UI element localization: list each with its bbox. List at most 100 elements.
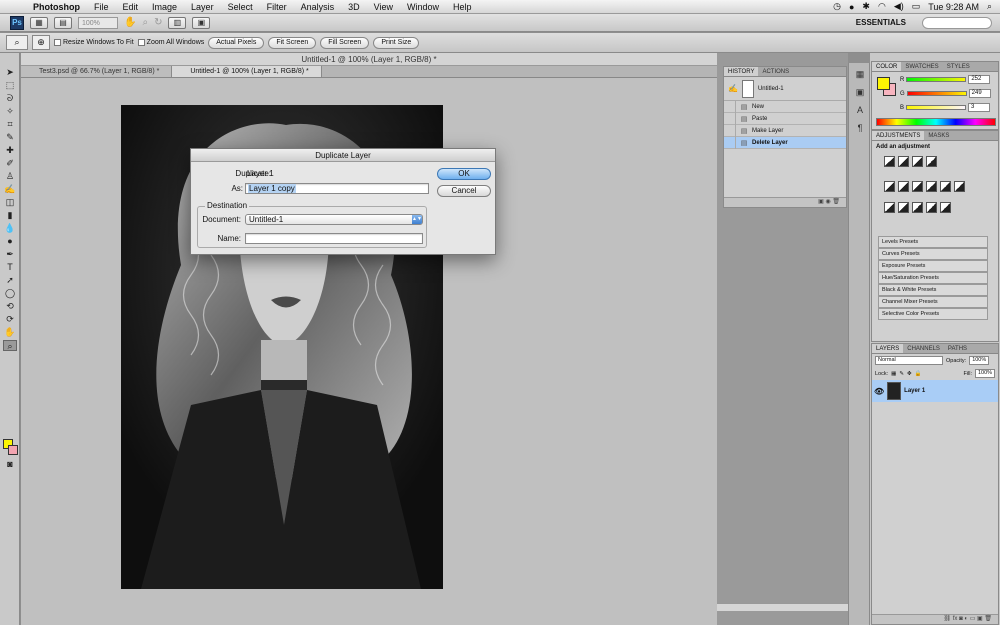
clone-source-icon[interactable]: ▣ [853, 87, 867, 99]
channel-mixer-icon[interactable] [954, 181, 965, 192]
new-snapshot-icon[interactable]: ◉ [825, 199, 830, 205]
fx-icon[interactable]: fx [953, 616, 958, 622]
new-layer-icon[interactable]: ▣ [977, 616, 983, 622]
document-select[interactable]: Untitled-1 ▲▼ [245, 214, 423, 225]
menu-app-name[interactable]: Photoshop [26, 2, 87, 12]
path-selection-tool-icon[interactable]: ➚ [3, 275, 17, 286]
fill-input[interactable]: 100% [975, 369, 995, 378]
clone-stamp-tool-icon[interactable]: ♙ [3, 171, 17, 182]
preset-hue-saturation[interactable]: Hue/Saturation Presets [878, 272, 988, 284]
history-state[interactable]: ▤ New [724, 100, 846, 113]
workspace-switcher[interactable]: ESSENTIALS [856, 18, 906, 27]
blend-mode-select[interactable]: Normal [875, 356, 943, 365]
fit-screen-button[interactable]: Fit Screen [268, 36, 317, 49]
type-tool-icon[interactable]: T [3, 262, 17, 273]
brush-tool-icon[interactable]: ✐ [3, 158, 17, 169]
checkbox-box[interactable] [54, 39, 61, 46]
new-document-icon[interactable]: ▣ [818, 199, 824, 205]
history-brush-tool-icon[interactable]: ✍ [3, 184, 17, 195]
actual-pixels-button[interactable]: Actual Pixels [208, 36, 265, 49]
search-input[interactable] [922, 16, 992, 29]
state-source-box[interactable] [724, 136, 736, 149]
shape-tool-icon[interactable]: ◯ [3, 288, 17, 299]
state-source-box[interactable] [724, 100, 736, 113]
menu-select[interactable]: Select [221, 2, 260, 12]
trash-icon[interactable]: 🗑 [984, 616, 992, 622]
dodge-tool-icon[interactable]: ● [3, 236, 17, 247]
tab-history[interactable]: HISTORY [724, 67, 759, 76]
tab-layers[interactable]: LAYERS [872, 344, 904, 353]
lasso-tool-icon[interactable]: ᘐ [3, 93, 17, 104]
tab-styles[interactable]: STYLES [943, 62, 974, 71]
link-icon[interactable]: ⛓ [943, 616, 951, 622]
backup-icon[interactable]: ◷ [833, 1, 841, 12]
history-snapshot[interactable]: ✍ Untitled-1 [724, 77, 846, 101]
preset-selective-color[interactable]: Selective Color Presets [878, 308, 988, 320]
menu-help[interactable]: Help [446, 2, 479, 12]
zoom-all-windows-checkbox[interactable]: Zoom All Windows [137, 39, 204, 46]
zoom-tool-icon[interactable]: ⌕ [142, 17, 148, 28]
menu-filter[interactable]: Filter [260, 2, 294, 12]
view-extras-icon[interactable]: ▤ [54, 16, 72, 29]
marquee-tool-icon[interactable]: ⬚ [3, 80, 17, 91]
zoom-level-field[interactable]: 100% [78, 16, 118, 29]
lock-transparency-icon[interactable]: ▦ [891, 371, 896, 377]
eye-icon[interactable]: 👁 [874, 387, 884, 396]
hand-tool-icon[interactable]: ✋ [124, 17, 136, 28]
menu-analysis[interactable]: Analysis [294, 2, 342, 12]
menu-layer[interactable]: Layer [184, 2, 221, 12]
menu-edit[interactable]: Edit [116, 2, 146, 12]
posterize-icon[interactable] [898, 202, 909, 213]
healing-brush-tool-icon[interactable]: ✚ [3, 145, 17, 156]
opacity-input[interactable]: 100% [969, 356, 990, 365]
vibrance-icon[interactable] [884, 181, 895, 192]
adjustment-layer-icon[interactable]: ◐ [964, 616, 968, 622]
mask-icon[interactable]: ◙ [959, 616, 963, 622]
3d-rotate-tool-icon[interactable]: ⟲ [3, 301, 17, 312]
menu-3d[interactable]: 3D [341, 2, 367, 12]
photo-filter-icon[interactable] [940, 181, 951, 192]
color-balance-icon[interactable] [912, 181, 923, 192]
green-slider[interactable] [906, 91, 967, 96]
menu-image[interactable]: Image [145, 2, 184, 12]
tab-test3[interactable]: Test3.psd @ 66.7% (Layer 1, RGB/8) * [21, 66, 173, 77]
tool-preset-picker[interactable]: ⌕ [6, 35, 28, 50]
hue-saturation-icon[interactable] [898, 181, 909, 192]
tab-actions[interactable]: ACTIONS [758, 67, 793, 76]
status-icon[interactable]: ● [849, 2, 854, 12]
selective-color-icon[interactable] [940, 202, 951, 213]
resize-windows-checkbox[interactable]: Resize Windows To Fit [54, 39, 134, 46]
state-source-box[interactable] [724, 112, 736, 125]
eyedropper-tool-icon[interactable]: ✎ [3, 132, 17, 143]
preset-levels[interactable]: Levels Presets [878, 236, 988, 248]
move-tool-icon[interactable]: ➤ [3, 67, 17, 78]
menu-window[interactable]: Window [400, 2, 446, 12]
gradient-tool-icon[interactable]: ▮ [3, 210, 17, 221]
bluetooth-icon[interactable]: ✱ [862, 1, 870, 12]
brush-panel-icon[interactable]: ▦ [853, 69, 867, 81]
ok-button[interactable]: OK [437, 168, 491, 180]
history-state[interactable]: ▤ Paste [724, 112, 846, 125]
exposure-icon[interactable] [926, 156, 937, 167]
preset-exposure[interactable]: Exposure Presets [878, 260, 988, 272]
screen-mode-icon[interactable]: ▣ [192, 16, 211, 29]
pen-tool-icon[interactable]: ✒ [3, 249, 17, 260]
menu-clock[interactable]: Tue 9:28 AM [928, 2, 979, 12]
lock-position-icon[interactable]: ✥ [907, 371, 912, 377]
rotate-view-icon[interactable]: ↻ [154, 17, 162, 28]
red-value-input[interactable]: 252 [968, 75, 991, 84]
checkbox-box[interactable] [137, 39, 145, 46]
invert-icon[interactable] [884, 202, 895, 213]
blur-tool-icon[interactable]: 💧 [3, 223, 17, 234]
zoom-in-out-icon[interactable]: ⊕ [32, 35, 50, 50]
volume-icon[interactable]: ◀) [894, 1, 904, 12]
tab-color[interactable]: COLOR [872, 62, 902, 71]
levels-icon[interactable] [898, 156, 909, 167]
black-white-icon[interactable] [926, 181, 937, 192]
character-panel-icon[interactable]: A [853, 105, 867, 117]
tab-paths[interactable]: PATHS [944, 344, 971, 353]
blue-value-input[interactable]: 3 [968, 103, 991, 112]
state-source-box[interactable] [724, 124, 736, 137]
magic-wand-tool-icon[interactable]: ✧ [3, 106, 17, 117]
spotlight-icon[interactable]: ⌕ [987, 1, 992, 12]
